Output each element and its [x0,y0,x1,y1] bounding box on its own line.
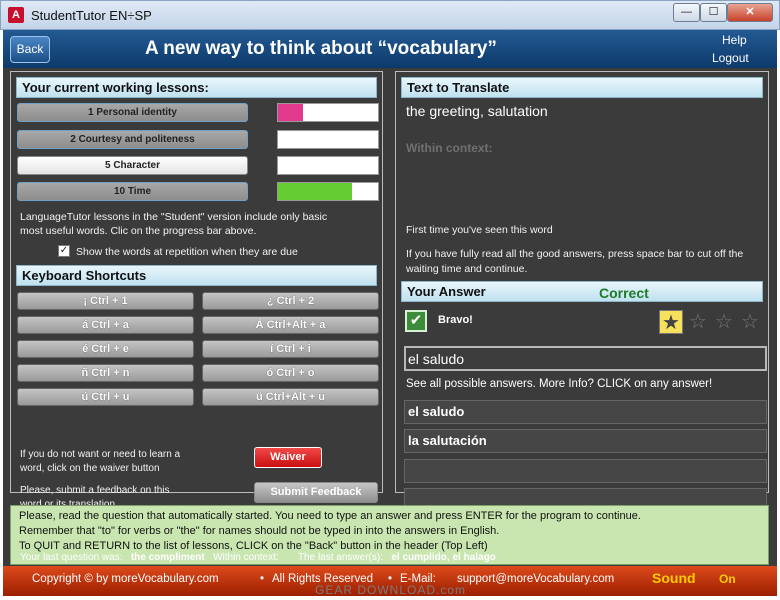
app-icon: A [8,7,24,23]
support-email-link[interactable]: support@moreVocabulary.com [457,573,614,585]
window-title: StudentTutor EN÷SP [31,8,152,23]
header-title: A new way to think about “vocabulary” [145,38,497,59]
answer-row-2[interactable]: la salutación [404,429,767,453]
lesson-progress-10[interactable] [277,182,379,201]
answer-heading-label: Your Answer [407,284,486,299]
lesson-button-5[interactable]: 5 Character [17,156,248,175]
lesson-button-1[interactable]: 1 Personal identity [17,103,248,122]
help-link[interactable]: Help [722,33,747,47]
shortcut-inverted-exclamation[interactable]: ¡ Ctrl + 1 [17,292,194,310]
app-frame: Back A new way to think about “vocabular… [3,30,777,596]
answer-heading: Your Answer Correct [401,281,763,302]
star-2-icon: ☆ [689,311,707,333]
lesson-progress-fill-1 [278,104,303,121]
last-question-bar: Your last question was: the compliment W… [20,552,496,563]
star-4-icon: ☆ [741,311,759,333]
close-button[interactable]: ✕ [727,3,773,22]
back-button[interactable]: Back [10,36,50,63]
shortcut-inverted-question[interactable]: ¿ Ctrl + 2 [202,292,379,310]
shortcuts-heading: Keyboard Shortcuts [16,265,377,286]
lesson-button-10[interactable]: 10 Time [17,182,248,201]
sound-toggle[interactable]: On [719,572,736,586]
minimize-button[interactable]: — [673,3,700,22]
waiver-button[interactable]: Waiver [254,447,322,468]
lessons-panel: Your current working lessons: 1 Personal… [10,71,383,510]
lesson-button-2[interactable]: 2 Courtesy and politeness [17,130,248,149]
logout-link[interactable]: Logout [712,51,749,65]
question-text: the greeting, salutation [406,103,548,119]
last-question-label: Your last question was: [20,552,123,563]
maximize-button[interactable]: ☐ [700,3,727,22]
star-3-icon: ☆ [715,311,733,333]
shortcut-u-umlaut[interactable]: ü Ctrl+Alt + u [202,388,379,406]
last-context-label: Within context: [213,552,279,563]
waiver-info: If you do not want or need to learn a wo… [20,449,181,474]
lesson-progress-2[interactable] [277,130,379,149]
footer-separator-1: • [260,573,265,585]
result-status: Correct [599,285,649,301]
star-1-icon: ★ [659,310,683,334]
submit-feedback-button[interactable]: Submit Feedback [254,482,378,503]
shortcut-n-tilde[interactable]: ñ Ctrl + n [17,364,194,382]
shortcut-a-acute[interactable]: á Ctrl + a [17,316,194,334]
app-header: Back A new way to think about “vocabular… [3,30,777,68]
shortcut-e-acute[interactable]: é Ctrl + e [17,340,194,358]
lesson-progress-fill-10 [278,183,352,200]
last-question-value: the compliment [130,552,205,563]
copyright-text: Copyright © by moreVocabulary.com [32,573,219,585]
lesson-progress-1[interactable] [277,103,379,122]
lessons-info: LanguageTutor lessons in the "Student" v… [20,211,328,237]
last-answers-label: The last answer(s): [297,552,383,563]
answer-row-3[interactable] [404,459,767,483]
sound-label: Sound [652,570,696,586]
answer-input[interactable] [404,346,767,371]
bravo-message: Bravo! [438,314,473,326]
shortcut-o-acute[interactable]: ó Ctrl + o [202,364,379,382]
translate-heading: Text to Translate [401,77,763,98]
see-all-answers: See all possible answers. More Info? CLI… [406,378,713,390]
instruction-line-1: Please, read the question that automatic… [19,510,641,522]
shortcut-A-acute[interactable]: Á Ctrl+Alt + a [202,316,379,334]
show-repetition-label: Show the words at repetition when they a… [76,246,298,258]
context-label: Within context: [406,141,493,155]
show-repetition-checkbox[interactable]: ✓ [58,245,70,257]
first-time-notice: First time you've seen this word [406,224,553,236]
last-answers-value: el cumplido, el halago [391,552,496,563]
shortcut-i-acute[interactable]: í Ctrl + i [202,340,379,358]
lessons-heading: Your current working lessons: [16,77,377,98]
lesson-progress-5[interactable] [277,156,379,175]
window-titlebar: A StudentTutor EN÷SP — ☐ ✕ [0,0,780,30]
answer-row-1[interactable]: el saludo [404,400,767,424]
watermark-text: GEAR DOWNLOAD.com [315,583,467,597]
check-icon: ✔ [405,310,427,332]
translation-panel: Text to Translate the greeting, salutati… [395,71,769,509]
shortcut-u-acute[interactable]: ú Ctrl + u [17,388,194,406]
instruction-line-2: Remember that "to" for verbs or "the" fo… [19,525,500,537]
space-bar-hint: If you have fully read all the good answ… [406,248,744,275]
